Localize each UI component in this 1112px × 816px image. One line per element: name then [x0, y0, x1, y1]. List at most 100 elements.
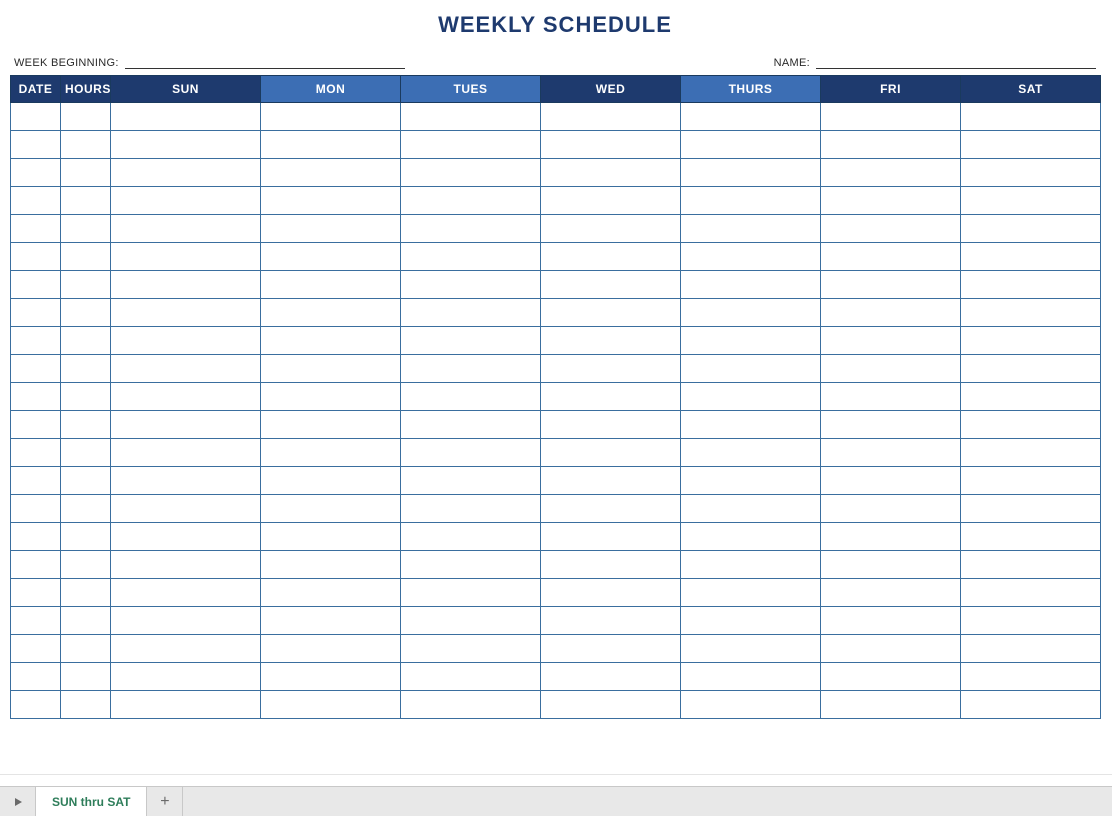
cell-hours[interactable] [61, 355, 111, 383]
cell-sun[interactable] [111, 187, 261, 215]
cell-date[interactable] [11, 327, 61, 355]
cell-thurs[interactable] [681, 159, 821, 187]
cell-sat[interactable] [961, 691, 1101, 719]
cell-mon[interactable] [261, 187, 401, 215]
cell-hours[interactable] [61, 215, 111, 243]
cell-fri[interactable] [821, 579, 961, 607]
cell-mon[interactable] [261, 411, 401, 439]
cell-fri[interactable] [821, 327, 961, 355]
cell-mon[interactable] [261, 355, 401, 383]
cell-date[interactable] [11, 355, 61, 383]
cell-hours[interactable] [61, 523, 111, 551]
cell-thurs[interactable] [681, 439, 821, 467]
cell-date[interactable] [11, 635, 61, 663]
cell-tues[interactable] [401, 635, 541, 663]
cell-date[interactable] [11, 439, 61, 467]
cell-fri[interactable] [821, 355, 961, 383]
cell-mon[interactable] [261, 579, 401, 607]
cell-sun[interactable] [111, 607, 261, 635]
cell-date[interactable] [11, 215, 61, 243]
cell-sun[interactable] [111, 551, 261, 579]
cell-date[interactable] [11, 131, 61, 159]
cell-sat[interactable] [961, 355, 1101, 383]
cell-date[interactable] [11, 411, 61, 439]
cell-sat[interactable] [961, 411, 1101, 439]
cell-hours[interactable] [61, 327, 111, 355]
cell-sun[interactable] [111, 495, 261, 523]
cell-tues[interactable] [401, 607, 541, 635]
cell-sat[interactable] [961, 215, 1101, 243]
cell-sat[interactable] [961, 103, 1101, 131]
cell-wed[interactable] [541, 131, 681, 159]
cell-hours[interactable] [61, 439, 111, 467]
cell-hours[interactable] [61, 551, 111, 579]
cell-sat[interactable] [961, 299, 1101, 327]
cell-thurs[interactable] [681, 187, 821, 215]
cell-mon[interactable] [261, 523, 401, 551]
cell-tues[interactable] [401, 411, 541, 439]
cell-mon[interactable] [261, 663, 401, 691]
cell-sat[interactable] [961, 327, 1101, 355]
cell-tues[interactable] [401, 663, 541, 691]
cell-tues[interactable] [401, 523, 541, 551]
cell-wed[interactable] [541, 579, 681, 607]
cell-tues[interactable] [401, 467, 541, 495]
cell-hours[interactable] [61, 607, 111, 635]
cell-sat[interactable] [961, 439, 1101, 467]
cell-thurs[interactable] [681, 579, 821, 607]
cell-fri[interactable] [821, 663, 961, 691]
cell-fri[interactable] [821, 411, 961, 439]
cell-fri[interactable] [821, 383, 961, 411]
cell-sat[interactable] [961, 131, 1101, 159]
cell-date[interactable] [11, 691, 61, 719]
cell-fri[interactable] [821, 523, 961, 551]
cell-fri[interactable] [821, 187, 961, 215]
cell-hours[interactable] [61, 299, 111, 327]
cell-tues[interactable] [401, 691, 541, 719]
cell-hours[interactable] [61, 103, 111, 131]
cell-sun[interactable] [111, 467, 261, 495]
cell-fri[interactable] [821, 495, 961, 523]
cell-mon[interactable] [261, 271, 401, 299]
cell-tues[interactable] [401, 103, 541, 131]
cell-tues[interactable] [401, 495, 541, 523]
cell-sun[interactable] [111, 271, 261, 299]
cell-date[interactable] [11, 523, 61, 551]
cell-wed[interactable] [541, 383, 681, 411]
cell-thurs[interactable] [681, 607, 821, 635]
cell-date[interactable] [11, 579, 61, 607]
cell-sun[interactable] [111, 327, 261, 355]
cell-fri[interactable] [821, 271, 961, 299]
cell-wed[interactable] [541, 103, 681, 131]
cell-fri[interactable] [821, 691, 961, 719]
cell-mon[interactable] [261, 439, 401, 467]
cell-thurs[interactable] [681, 495, 821, 523]
cell-sat[interactable] [961, 243, 1101, 271]
cell-thurs[interactable] [681, 215, 821, 243]
cell-fri[interactable] [821, 607, 961, 635]
cell-thurs[interactable] [681, 523, 821, 551]
cell-thurs[interactable] [681, 243, 821, 271]
cell-tues[interactable] [401, 159, 541, 187]
cell-hours[interactable] [61, 243, 111, 271]
cell-tues[interactable] [401, 271, 541, 299]
cell-thurs[interactable] [681, 691, 821, 719]
cell-hours[interactable] [61, 635, 111, 663]
cell-fri[interactable] [821, 243, 961, 271]
cell-date[interactable] [11, 159, 61, 187]
cell-sun[interactable] [111, 299, 261, 327]
cell-sun[interactable] [111, 411, 261, 439]
week-beginning-input[interactable] [125, 54, 405, 69]
cell-thurs[interactable] [681, 467, 821, 495]
cell-date[interactable] [11, 495, 61, 523]
cell-sat[interactable] [961, 187, 1101, 215]
cell-hours[interactable] [61, 383, 111, 411]
cell-tues[interactable] [401, 187, 541, 215]
cell-tues[interactable] [401, 215, 541, 243]
cell-wed[interactable] [541, 635, 681, 663]
cell-sun[interactable] [111, 355, 261, 383]
cell-thurs[interactable] [681, 383, 821, 411]
cell-wed[interactable] [541, 355, 681, 383]
cell-wed[interactable] [541, 327, 681, 355]
cell-tues[interactable] [401, 439, 541, 467]
